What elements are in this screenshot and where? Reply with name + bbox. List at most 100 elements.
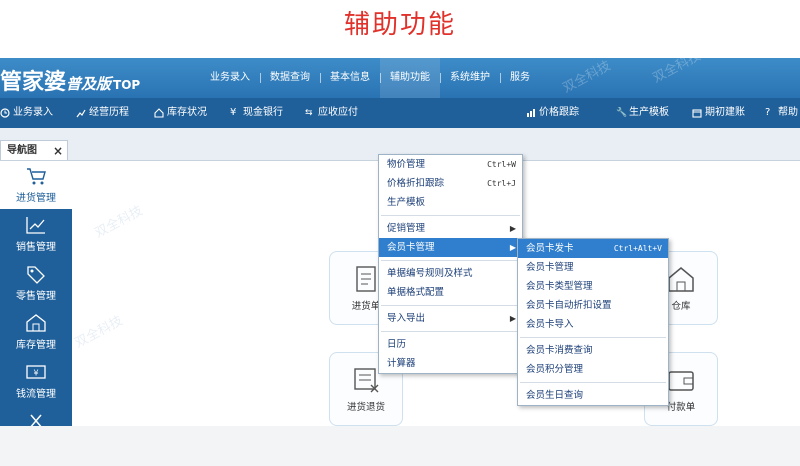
menu-item-import-export[interactable]: 导入导出 ▶ bbox=[379, 309, 522, 328]
close-icon[interactable]: × bbox=[53, 141, 63, 161]
menu-separator bbox=[381, 260, 520, 261]
membership-card-submenu: 会员卡发卡 Ctrl+Alt+V 会员卡管理 会员卡类型管理 会员卡自动折扣设置… bbox=[517, 238, 669, 406]
menu-data-query[interactable]: 数据查询 bbox=[260, 58, 320, 98]
calendar-icon bbox=[692, 109, 702, 118]
watermark-text: 双全科技 bbox=[650, 58, 704, 87]
house-icon bbox=[154, 108, 164, 118]
menu-item-calculator[interactable]: 计算器 bbox=[379, 354, 522, 373]
toolbar-label: 期初建账 bbox=[705, 107, 745, 118]
sidebar-item-label: 零售管理 bbox=[16, 291, 56, 302]
sidebar-item-purchase[interactable]: 进货管理 bbox=[0, 161, 72, 209]
sidebar-item-inventory[interactable]: 库存管理 bbox=[0, 308, 72, 356]
menu-item-card-type-management[interactable]: 会员卡类型管理 bbox=[518, 277, 668, 296]
toolbar-business-history[interactable]: 经营历程 bbox=[76, 98, 129, 128]
menu-item-label: 会员卡类型管理 bbox=[526, 281, 593, 292]
menu-item-promotion-management[interactable]: 促销管理 ▶ bbox=[379, 219, 522, 238]
page-footer-space bbox=[0, 426, 800, 466]
sidebar-item-tools[interactable] bbox=[0, 406, 72, 426]
menu-item-membership-card-management[interactable]: 会员卡管理 ▶ bbox=[379, 238, 522, 257]
menu-item-label: 价格折扣跟踪 bbox=[387, 178, 445, 189]
sidebar: 进货管理 销售管理 零售管理 库存管理 ¥ 钱流管理 bbox=[0, 161, 72, 426]
menu-business-entry[interactable]: 业务录入 bbox=[200, 58, 260, 98]
chart-icon bbox=[76, 109, 86, 118]
menu-item-label: 会员卡自动折扣设置 bbox=[526, 300, 612, 311]
logo-suffix: TOP bbox=[113, 78, 141, 92]
menu-item-calendar[interactable]: 日历 bbox=[379, 335, 522, 354]
sidebar-item-cash-flow[interactable]: ¥ 钱流管理 bbox=[0, 357, 72, 405]
menu-item-price-management[interactable]: 物价管理 Ctrl+W bbox=[379, 155, 522, 174]
submenu-arrow-icon: ▶ bbox=[509, 224, 516, 233]
menu-item-label: 物价管理 bbox=[387, 159, 426, 170]
clock-icon bbox=[0, 108, 10, 118]
menu-item-label: 单据格式配置 bbox=[387, 287, 445, 298]
toolbar-price-tracking[interactable]: 价格跟踪 bbox=[526, 98, 579, 128]
logo-main: 管家婆 bbox=[0, 70, 67, 95]
menu-system-maintenance[interactable]: 系统维护 bbox=[440, 58, 500, 98]
banknote-icon: ¥ bbox=[26, 365, 46, 379]
menu-item-production-template[interactable]: 生产模板 bbox=[379, 193, 522, 212]
title-bar: 管家婆普及版 TOP 业务录入 数据查询 基本信息 辅助功能 系统维护 服务 双全… bbox=[0, 58, 800, 98]
menu-auxiliary[interactable]: 辅助功能 bbox=[380, 58, 440, 98]
menu-separator bbox=[520, 382, 666, 383]
help-icon: ? bbox=[765, 107, 771, 118]
sidebar-item-label: 进货管理 bbox=[16, 193, 56, 204]
toolbar-cash-bank[interactable]: ¥ 现金银行 bbox=[230, 98, 283, 128]
tab-navigation-map[interactable]: 导航图 × bbox=[0, 140, 68, 160]
toolbar-receivable-payable[interactable]: ⇆ 应收应付 bbox=[305, 98, 358, 128]
menu-basic-info[interactable]: 基本信息 bbox=[320, 58, 380, 98]
app-logo: 管家婆普及版 TOP bbox=[0, 64, 140, 96]
toolbar-opening-accounts[interactable]: 期初建账 bbox=[692, 98, 745, 128]
menu-item-points-management[interactable]: 会员积分管理 bbox=[518, 360, 668, 379]
app-window: 管家婆普及版 TOP 业务录入 数据查询 基本信息 辅助功能 系统维护 服务 双全… bbox=[0, 58, 800, 426]
toolbar-help[interactable]: ? 帮助 bbox=[765, 98, 798, 128]
menu-item-auto-discount-settings[interactable]: 会员卡自动折扣设置 bbox=[518, 296, 668, 315]
menu-item-issue-membership-card[interactable]: 会员卡发卡 Ctrl+Alt+V bbox=[518, 239, 668, 258]
menu-item-label: 会员卡发卡 bbox=[526, 243, 574, 254]
menu-item-document-numbering[interactable]: 单据编号规则及样式 bbox=[379, 264, 522, 283]
main-menu: 业务录入 数据查询 基本信息 辅助功能 系统维护 服务 bbox=[200, 58, 540, 98]
toolbar: 业务录入 经营历程 库存状况 ¥ 现金银行 ⇆ 应收应付 价格跟踪 🔧 生产模板 bbox=[0, 98, 800, 128]
toolbar-production-template[interactable]: 🔧 生产模板 bbox=[616, 98, 669, 128]
exchange-icon: ⇆ bbox=[305, 108, 313, 118]
menu-item-birthday-query[interactable]: 会员生日查询 bbox=[518, 386, 668, 405]
sidebar-item-retail[interactable]: 零售管理 bbox=[0, 259, 72, 307]
menu-item-shortcut: Ctrl+Alt+V bbox=[613, 244, 662, 253]
toolbar-label: 价格跟踪 bbox=[539, 107, 579, 118]
tools-icon bbox=[30, 414, 42, 426]
toolbar-label: 应收应付 bbox=[318, 107, 358, 118]
tab-label: 导航图 bbox=[7, 145, 37, 156]
card-label: 进货退货 bbox=[346, 402, 385, 413]
menu-service[interactable]: 服务 bbox=[500, 58, 540, 98]
toolbar-stock-status[interactable]: 库存状况 bbox=[154, 98, 207, 128]
toolbar-label: 现金银行 bbox=[243, 107, 283, 118]
sidebar-item-label: 钱流管理 bbox=[16, 389, 56, 400]
submenu-arrow-icon: ▶ bbox=[509, 243, 516, 252]
toolbar-label: 库存状况 bbox=[167, 107, 207, 118]
menu-item-card-import[interactable]: 会员卡导入 bbox=[518, 315, 668, 334]
svg-text:¥: ¥ bbox=[33, 369, 38, 378]
logo-sub: 普及版 bbox=[66, 75, 112, 93]
toolbar-business-entry[interactable]: 业务录入 bbox=[0, 98, 53, 128]
warehouse-icon bbox=[26, 314, 46, 332]
toolbar-label: 经营历程 bbox=[89, 107, 129, 118]
sidebar-item-sales[interactable]: 销售管理 bbox=[0, 210, 72, 258]
menu-item-label: 会员卡管理 bbox=[526, 262, 574, 273]
menu-item-consumption-query[interactable]: 会员卡消费查询 bbox=[518, 341, 668, 360]
menu-item-membership-card-management[interactable]: 会员卡管理 bbox=[518, 258, 668, 277]
menu-separator bbox=[520, 337, 666, 338]
menu-separator bbox=[381, 305, 520, 306]
toolbar-label: 生产模板 bbox=[629, 107, 669, 118]
menu-item-shortcut: Ctrl+J bbox=[487, 179, 516, 188]
toolbar-label: 帮助 bbox=[778, 107, 798, 118]
sidebar-item-label: 销售管理 bbox=[16, 242, 56, 253]
menu-item-price-discount-tracking[interactable]: 价格折扣跟踪 Ctrl+J bbox=[379, 174, 522, 193]
menu-item-label: 导入导出 bbox=[387, 313, 426, 324]
cart-icon bbox=[27, 168, 46, 185]
auxiliary-dropdown-menu: 物价管理 Ctrl+W 价格折扣跟踪 Ctrl+J 生产模板 促销管理 ▶ 会员… bbox=[378, 154, 523, 374]
menu-item-document-format[interactable]: 单据格式配置 bbox=[379, 283, 522, 302]
wallet-icon bbox=[668, 371, 694, 391]
sidebar-item-label: 库存管理 bbox=[16, 340, 56, 351]
watermark-text: 双全科技 bbox=[92, 203, 146, 242]
menu-separator bbox=[381, 215, 520, 216]
watermark-text: 双全科技 bbox=[72, 313, 126, 352]
